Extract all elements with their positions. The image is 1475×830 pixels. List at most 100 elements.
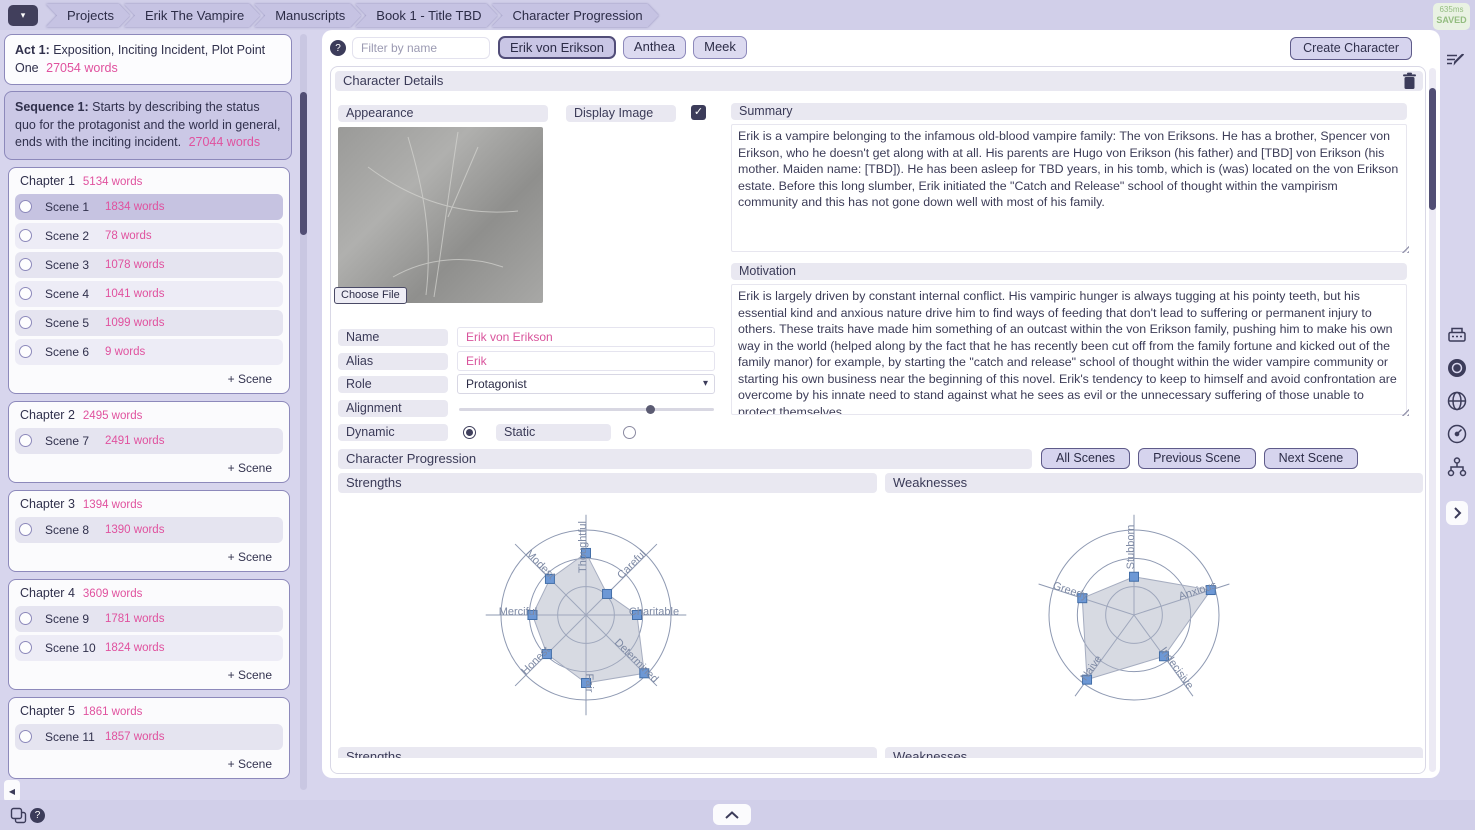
help-glyph: ? — [335, 43, 341, 54]
add-scene-button[interactable]: + Scene — [14, 546, 284, 566]
previous-scene-button[interactable]: Previous Scene — [1138, 448, 1256, 469]
sequence-title: Sequence 1: — [15, 100, 89, 114]
main-scrollbar-thumb[interactable] — [1429, 88, 1436, 210]
world-tool-button[interactable] — [1444, 388, 1470, 414]
drag-handle-icon[interactable] — [19, 641, 32, 654]
sidebar-scrollbar[interactable] — [300, 34, 307, 790]
act-word-count: 27054 words — [46, 61, 118, 75]
act-card[interactable]: Act 1: Exposition, Inciting Incident, Pl… — [4, 34, 292, 85]
help-icon[interactable]: ? — [330, 40, 346, 56]
scene-row-scene-9[interactable]: Scene 91781 words — [15, 606, 283, 632]
tab-anthea[interactable]: Anthea — [623, 36, 686, 59]
scene-row-scene-10[interactable]: Scene 101824 words — [15, 635, 283, 661]
gauge-icon — [1445, 422, 1469, 446]
sequence-card[interactable]: Sequence 1: Starts by describing the sta… — [4, 91, 292, 160]
static-radio[interactable] — [623, 426, 636, 439]
help-icon-bottom[interactable]: ? — [30, 808, 45, 823]
notecards-tool-button[interactable] — [1444, 322, 1470, 348]
next-scene-button[interactable]: Next Scene — [1264, 448, 1359, 469]
drag-handle-icon[interactable] — [19, 730, 32, 743]
drag-handle-icon[interactable] — [19, 200, 32, 213]
trash-button[interactable] — [1402, 72, 1417, 95]
breadcrumb-item-character-progression[interactable]: Character Progression — [492, 4, 659, 27]
breadcrumb-item-manuscripts[interactable]: Manuscripts — [254, 4, 361, 27]
scene-row-scene-3[interactable]: Scene 31078 words — [15, 252, 283, 278]
main-scrollbar[interactable] — [1429, 68, 1436, 772]
summary-textarea[interactable]: Erik is a vampire belonging to the infam… — [731, 124, 1407, 252]
radar-point-stubborn[interactable] — [1130, 572, 1139, 581]
tab-erik-von-erikson[interactable]: Erik von Erikson — [498, 36, 616, 59]
projects-dropdown-button[interactable]: ▾ — [8, 5, 38, 26]
scene-row-scene-6[interactable]: Scene 69 words — [15, 339, 283, 365]
check-icon: ✓ — [694, 106, 703, 118]
scene-name: Scene 3 — [45, 258, 105, 272]
radar-axis-label-stubborn: Stubborn — [1125, 525, 1137, 570]
chapter-header[interactable]: Chapter 22495 words — [14, 404, 284, 425]
breadcrumb-item-projects[interactable]: Projects — [46, 4, 130, 27]
scene-row-scene-2[interactable]: Scene 278 words — [15, 223, 283, 249]
radar-point-careful[interactable] — [603, 589, 612, 598]
add-scene-button[interactable]: + Scene — [14, 753, 284, 773]
display-image-checkbox[interactable]: ✓ — [691, 105, 706, 120]
flowchart-icon — [1445, 455, 1469, 479]
add-scene-button[interactable]: + Scene — [14, 664, 284, 684]
alignment-slider[interactable] — [459, 408, 714, 411]
role-select[interactable]: Protagonist ▾ — [457, 374, 715, 394]
drag-handle-icon[interactable] — [19, 345, 32, 358]
chapter-title: Chapter 4 — [20, 586, 75, 600]
scroll-up-button[interactable] — [713, 804, 751, 825]
add-scene-button[interactable]: + Scene — [14, 368, 284, 388]
scene-row-scene-8[interactable]: Scene 81390 words — [15, 517, 283, 543]
scene-row-scene-7[interactable]: Scene 72491 words — [15, 428, 283, 454]
compose-icon[interactable] — [1444, 50, 1466, 72]
create-character-button[interactable]: Create Character — [1290, 37, 1412, 60]
chapter-header[interactable]: Chapter 43609 words — [14, 582, 284, 603]
scene-word-count: 9 words — [105, 346, 145, 358]
add-scene-button[interactable]: + Scene — [14, 457, 284, 477]
drag-handle-icon[interactable] — [19, 287, 32, 300]
sidebar-scrollbar-thumb[interactable] — [300, 92, 307, 235]
scene-name: Scene 8 — [45, 523, 105, 537]
chapter-card-chapter-5: Chapter 51861 words Scene 111857 words + S… — [8, 697, 290, 779]
chapter-card-chapter-1: Chapter 15134 words Scene 11834 words Scen… — [8, 167, 290, 394]
drag-handle-icon[interactable] — [19, 612, 32, 625]
scene-row-scene-11[interactable]: Scene 111857 words — [15, 724, 283, 750]
appearance-image — [338, 127, 543, 303]
choose-file-button[interactable]: Choose File — [334, 287, 407, 304]
drag-handle-icon[interactable] — [19, 316, 32, 329]
filter-by-name-input[interactable] — [352, 37, 490, 59]
chapter-header[interactable]: Chapter 51861 words — [14, 700, 284, 721]
breadcrumb-item-erik-the-vampire[interactable]: Erik The Vampire — [124, 4, 260, 27]
alignment-slider-thumb[interactable] — [646, 405, 655, 414]
dynamic-radio[interactable] — [463, 426, 476, 439]
scene-word-count: 1041 words — [105, 288, 164, 300]
tab-meek[interactable]: Meek — [693, 36, 747, 59]
dynamic-label-text: Dynamic — [346, 425, 395, 439]
breadcrumb-item-book-1-title-tbd[interactable]: Book 1 - Title TBD — [355, 4, 497, 27]
radar-weaknesses: StubbornAnxiousIndecisiveNaiveGreedy — [991, 491, 1281, 741]
motivation-textarea[interactable]: Erik is largely driven by constant inter… — [731, 284, 1407, 415]
drag-handle-icon[interactable] — [19, 523, 32, 536]
all-scenes-button[interactable]: All Scenes — [1041, 448, 1130, 469]
name-input[interactable]: Erik von Erikson — [457, 327, 715, 347]
drag-handle-icon[interactable] — [19, 229, 32, 242]
collapse-sidebar-button[interactable]: ◀ — [4, 780, 20, 802]
select-caret-icon: ▾ — [703, 375, 708, 393]
character-progression-tool-button[interactable] — [1444, 355, 1470, 381]
flowchart-tool-button[interactable] — [1444, 454, 1470, 480]
duplicate-button[interactable] — [10, 807, 27, 829]
motivation-label-text: Motivation — [739, 264, 796, 278]
saved-time: 635ms — [1433, 5, 1470, 15]
alias-input[interactable]: Erik — [457, 351, 715, 371]
gauge-tool-button[interactable] — [1444, 421, 1470, 447]
scene-row-scene-1[interactable]: Scene 11834 words — [15, 194, 283, 220]
scene-word-count: 1781 words — [105, 613, 164, 625]
collapse-tools-button[interactable] — [1446, 501, 1468, 525]
drag-handle-icon[interactable] — [19, 258, 32, 271]
chapter-header[interactable]: Chapter 31394 words — [14, 493, 284, 514]
drag-handle-icon[interactable] — [19, 434, 32, 447]
scene-row-scene-4[interactable]: Scene 41041 words — [15, 281, 283, 307]
radar-axis-label-greedy: Greedy — [1051, 580, 1089, 603]
chapter-header[interactable]: Chapter 15134 words — [14, 170, 284, 191]
scene-row-scene-5[interactable]: Scene 51099 words — [15, 310, 283, 336]
